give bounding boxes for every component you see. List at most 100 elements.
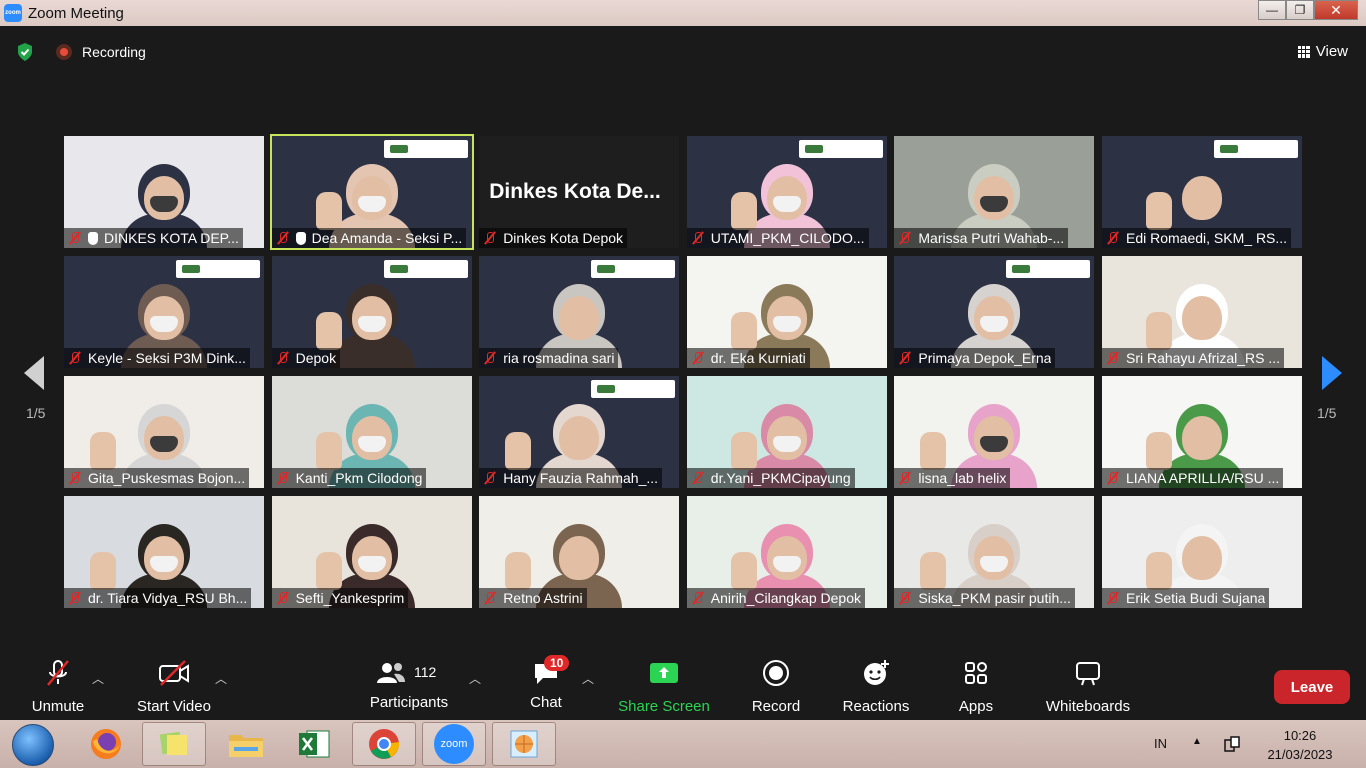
participant-tile[interactable]: dr.Yani_PKMCipayung: [686, 376, 887, 488]
windows-start-button[interactable]: [12, 724, 54, 766]
chat-options-caret-icon[interactable]: ︿: [582, 670, 594, 687]
participants-options-caret-icon[interactable]: ︿: [469, 670, 481, 687]
whiteboards-label: Whiteboards: [1045, 698, 1131, 715]
network-status-icon[interactable]: [1222, 734, 1242, 754]
camera-off-name: Dinkes Kota De...: [489, 180, 661, 203]
participant-name-bar: Retno Astrini: [479, 588, 587, 608]
participant-tile[interactable]: DINKES KOTA DEP...: [64, 136, 264, 248]
taskbar-zoom[interactable]: zoom: [422, 722, 486, 766]
taskbar-excel[interactable]: [282, 722, 346, 766]
waving-hand: [730, 432, 757, 470]
next-page-arrow-icon[interactable]: [1322, 356, 1342, 390]
participant-name-bar: ria rosmadina sari: [479, 348, 619, 368]
participant-tile[interactable]: dr. Tiara Vidya_RSU Bh...: [64, 496, 264, 608]
chat-button[interactable]: 10 Chat: [526, 655, 570, 711]
audio-options-caret-icon[interactable]: ︿: [92, 670, 104, 687]
maximize-button[interactable]: ❐: [1286, 0, 1314, 20]
waving-hand: [505, 552, 532, 590]
participant-tile[interactable]: Edi Romaedi, SKM_ RS...: [1102, 136, 1302, 248]
participant-name: Kanti_Pkm Cilodong: [295, 470, 423, 486]
video-options-caret-icon[interactable]: ︿: [215, 670, 227, 687]
tray-expand-icon[interactable]: ▲: [1192, 736, 1202, 747]
participant-tile[interactable]: Primaya Depok_Erna: [894, 256, 1095, 368]
record-button[interactable]: Record: [748, 658, 804, 715]
muted-mic-icon: [898, 231, 912, 245]
participant-tile[interactable]: Sefti_Yankesprim: [271, 496, 472, 608]
participant-name-bar: Depok: [271, 348, 341, 368]
participant-tile[interactable]: Retno Astrini: [479, 496, 680, 608]
taskbar-sticky-notes[interactable]: [142, 722, 206, 766]
participant-tile[interactable]: Siska_PKM pasir putih...: [894, 496, 1095, 608]
participant-tile[interactable]: Erik Setia Budi Sujana: [1102, 496, 1302, 608]
participant-name: Depok: [295, 350, 337, 366]
sticky-notes-icon: [159, 731, 187, 755]
participant-tile[interactable]: Marissa Putri Wahab-...: [894, 136, 1095, 248]
participant-tile[interactable]: lisna_lab helix: [894, 376, 1095, 488]
participant-name: dr. Eka Kurniati: [710, 350, 806, 366]
participant-name: Dinkes Kota Depok: [503, 230, 624, 246]
window-title: Zoom Meeting: [28, 4, 124, 22]
participant-tile[interactable]: Sri Rahayu Afrizal_RS ...: [1102, 256, 1302, 368]
taskbar-file-explorer[interactable]: [214, 722, 278, 766]
taskbar-chrome[interactable]: [352, 722, 416, 766]
participant-tile[interactable]: Anirih_Cilangkap Depok: [686, 496, 887, 608]
start-video-button[interactable]: Start Video: [134, 658, 214, 715]
unmute-button[interactable]: Unmute: [28, 658, 88, 715]
webinar-background-logo: [591, 380, 676, 398]
muted-mic-icon: [276, 231, 290, 245]
webinar-background-logo: [1214, 140, 1298, 158]
participant-tile[interactable]: Keyle - Seksi P3M Dink...: [64, 256, 264, 368]
minimize-button[interactable]: —: [1258, 0, 1286, 20]
participant-tile[interactable]: Dinkes Kota De... Dinkes Kota Depok: [479, 136, 680, 248]
apps-button[interactable]: Apps: [956, 658, 996, 715]
participant-tile[interactable]: Kanti_Pkm Cilodong: [271, 376, 472, 488]
recording-indicator[interactable]: Recording: [56, 44, 146, 60]
video-gallery: DINKES KOTA DEP... Dea Amanda - Seksi P..…: [64, 134, 1302, 610]
participant-name: ria rosmadina sari: [503, 350, 615, 366]
taskbar-photos[interactable]: [492, 722, 556, 766]
chrome-icon: [369, 729, 400, 759]
previous-page-arrow-icon[interactable]: [24, 356, 44, 390]
participant-tile[interactable]: LIANA APRILLIA/RSU ...: [1102, 376, 1302, 488]
system-clock[interactable]: 10:26 21/03/2023: [1258, 726, 1342, 764]
muted-mic-icon: [898, 591, 912, 605]
share-screen-button[interactable]: Share Screen: [618, 658, 710, 715]
muted-mic-icon: [68, 471, 82, 485]
waving-hand: [90, 552, 116, 590]
reactions-button[interactable]: Reactions: [840, 658, 912, 715]
participant-tile[interactable]: dr. Eka Kurniati: [686, 256, 887, 368]
participant-tile[interactable]: ria rosmadina sari: [479, 256, 680, 368]
waving-hand: [1146, 432, 1172, 470]
participant-tile[interactable]: UTAMI_PKM_CILODO...: [686, 136, 887, 248]
close-button[interactable]: ✕: [1314, 0, 1358, 20]
taskbar-firefox[interactable]: [74, 722, 138, 766]
muted-mic-icon: [1106, 231, 1120, 245]
participant-tile[interactable]: Hany Fauzia Rahmah_...: [479, 376, 680, 488]
share-screen-icon: [650, 663, 678, 683]
participant-name-bar: Gita_Puskesmas Bojon...: [64, 468, 250, 488]
participant-tile[interactable]: Gita_Puskesmas Bojon...: [64, 376, 264, 488]
unmute-label: Unmute: [31, 698, 85, 715]
participants-label: Participants: [369, 694, 449, 711]
whiteboards-button[interactable]: Whiteboards: [1042, 658, 1134, 715]
start-video-label: Start Video: [137, 698, 211, 715]
input-language[interactable]: IN: [1154, 736, 1167, 751]
apps-icon: [965, 662, 987, 684]
leave-button[interactable]: Leave: [1274, 670, 1350, 704]
page-indicator-right: 1/5: [1317, 405, 1337, 421]
participants-button[interactable]: 112 Participants: [364, 658, 454, 711]
waving-hand: [1146, 192, 1172, 230]
view-button[interactable]: View: [1297, 43, 1348, 60]
participant-name: DINKES KOTA DEP...: [104, 230, 239, 246]
participant-tile[interactable]: Dea Amanda - Seksi P...: [269, 134, 474, 250]
participant-name-bar: dr.Yani_PKMCipayung: [686, 468, 855, 488]
participant-tile[interactable]: Depok: [271, 256, 472, 368]
webinar-background-logo: [1006, 260, 1091, 278]
waving-hand: [315, 552, 342, 590]
encryption-shield-icon[interactable]: [16, 42, 34, 62]
waving-hand: [315, 312, 342, 350]
webinar-background-logo: [591, 260, 676, 278]
recording-dot-icon: [56, 44, 72, 60]
muted-mic-icon: [276, 351, 290, 365]
waving-hand: [315, 192, 342, 230]
